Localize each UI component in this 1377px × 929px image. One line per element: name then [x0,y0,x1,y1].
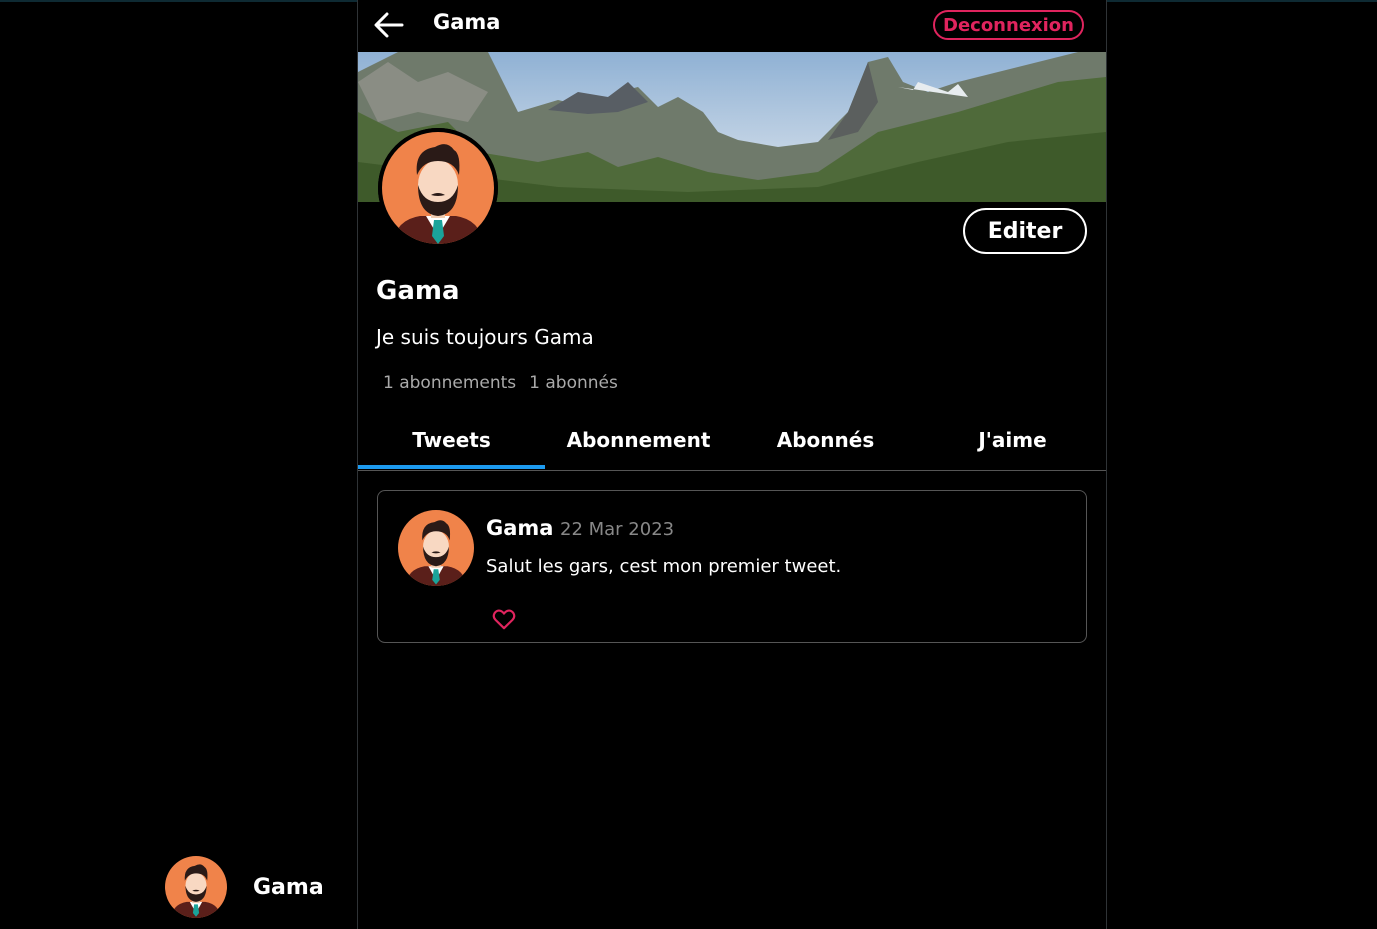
tab-abonnes[interactable]: Abonnés [732,412,919,468]
heart-icon[interactable] [491,606,517,632]
profile-tabs: Tweets Abonnement Abonnés J'aime [358,412,1106,471]
tab-abonnement[interactable]: Abonnement [545,412,732,468]
logout-button[interactable]: Deconnexion [933,10,1084,40]
profile-header: Gama Deconnexion [358,0,1106,52]
tweet-date: 22 Mar 2023 [560,519,675,540]
tab-tweets[interactable]: Tweets [358,412,545,469]
header-title: Gama [433,10,501,34]
tweet-avatar[interactable] [398,510,474,586]
tweet-text: Salut les gars, cest mon premier tweet. [486,556,842,577]
edit-profile-button[interactable]: Editer [963,208,1087,254]
tweet-card[interactable]: Gama 22 Mar 2023 Salut les gars, cest mo… [377,490,1087,643]
tab-jaime[interactable]: J'aime [919,412,1106,468]
sidebar-account-name: Gama [253,874,324,900]
main-column: Gama Deconnexion Editer Gama Je suis tou… [357,0,1107,929]
followers-count[interactable]: 1 abonnés [529,373,618,393]
profile-avatar [378,128,498,248]
profile-stats: 1 abonnements 1 abonnés [383,373,618,393]
tweet-author[interactable]: Gama [486,516,553,540]
back-arrow-icon[interactable] [372,8,406,42]
following-count[interactable]: 1 abonnements [383,373,516,393]
avatar [165,856,227,918]
profile-name: Gama [376,276,460,306]
profile-bio: Je suis toujours Gama [376,325,594,349]
sidebar-account[interactable]: Gama [165,856,324,918]
